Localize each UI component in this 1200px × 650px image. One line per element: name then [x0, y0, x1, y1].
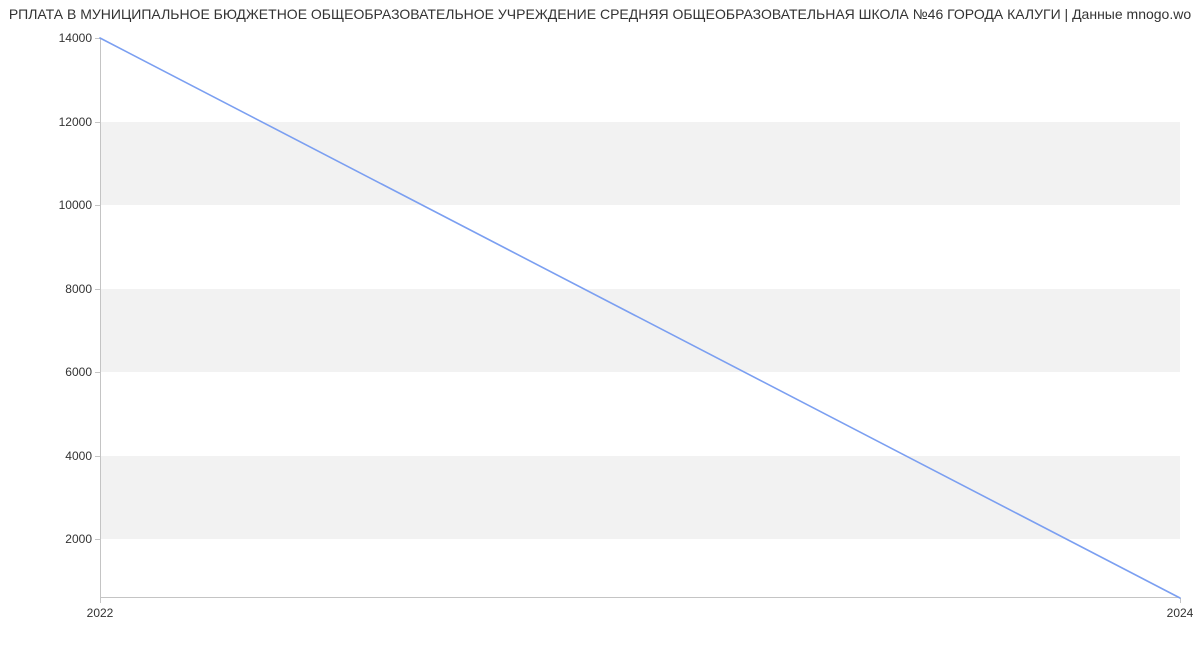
y-tick-label: 8000 [65, 282, 100, 296]
y-tick-label: 10000 [59, 198, 100, 212]
y-tick-label: 12000 [59, 115, 100, 129]
y-tick-label: 2000 [65, 532, 100, 546]
plot-area: 2000400060008000100001200014000 20222024 [100, 38, 1180, 598]
x-tick-label: 2022 [87, 598, 114, 620]
x-tick-label: 2024 [1167, 598, 1194, 620]
y-tick-label: 14000 [59, 31, 100, 45]
line-series [100, 38, 1180, 598]
y-tick-label: 6000 [65, 365, 100, 379]
y-tick-label: 4000 [65, 449, 100, 463]
chart-title: РПЛАТА В МУНИЦИПАЛЬНОЕ БЮДЖЕТНОЕ ОБЩЕОБР… [0, 6, 1200, 22]
